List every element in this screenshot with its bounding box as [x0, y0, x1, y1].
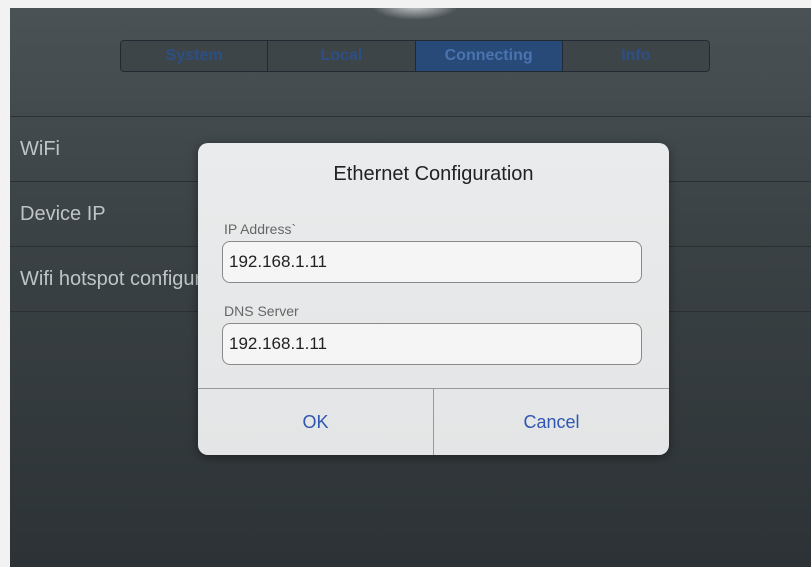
dialog-title: Ethernet Configuration: [333, 163, 534, 185]
tab-info[interactable]: Info: [562, 41, 709, 71]
ip-address-label: IP Address`: [224, 221, 297, 237]
tab-bar: System Local Connecting Info: [120, 40, 710, 72]
tab-system[interactable]: System: [121, 41, 269, 71]
tab-local[interactable]: Local: [268, 41, 416, 71]
cancel-button[interactable]: Cancel: [434, 389, 669, 455]
ethernet-config-dialog: Ethernet Configuration IP Address` 192.1…: [198, 143, 669, 455]
dialog-button-bar: OK Cancel: [198, 388, 669, 455]
dns-server-field[interactable]: 192.168.1.11: [222, 323, 642, 365]
ok-button[interactable]: OK: [198, 389, 434, 455]
tab-connecting[interactable]: Connecting: [415, 41, 563, 71]
ip-address-field[interactable]: 192.168.1.11: [222, 241, 642, 283]
dns-server-label: DNS Server: [224, 303, 299, 319]
screen-glare: [370, 8, 460, 20]
